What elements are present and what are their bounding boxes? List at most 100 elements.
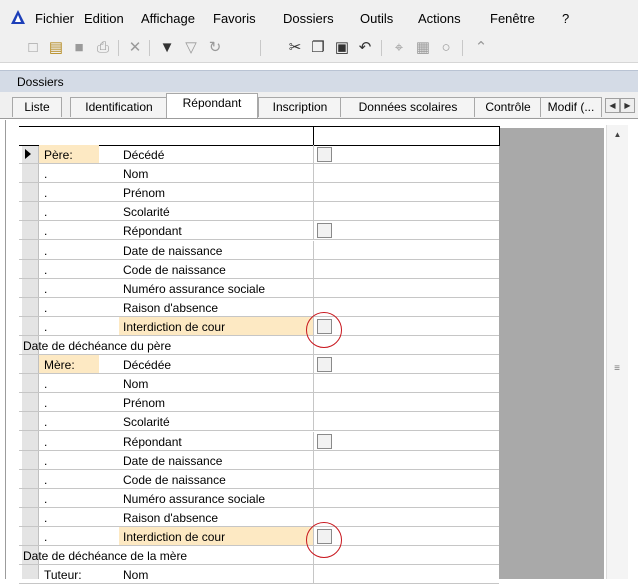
- delete-icon[interactable]: ✕: [126, 38, 144, 56]
- tab-scroll-right-icon[interactable]: ▶: [620, 98, 635, 113]
- menu-actions[interactable]: Actions: [418, 11, 461, 26]
- table-row[interactable]: . Date de naissance: [19, 451, 499, 470]
- row-value-cell[interactable]: [314, 374, 499, 393]
- row-label-cell[interactable]: Date de déchéance de la mère: [19, 546, 314, 565]
- checkbox[interactable]: [317, 147, 332, 162]
- tab-modif[interactable]: Modif (...: [540, 97, 602, 117]
- row-value-cell[interactable]: [314, 451, 499, 470]
- tab-repondant[interactable]: Répondant: [166, 93, 258, 118]
- table-row[interactable]: . Interdiction de cour: [19, 527, 499, 546]
- row-label-cell[interactable]: . Date de naissance: [19, 241, 314, 260]
- menu-fenetre[interactable]: Fenêtre: [490, 11, 535, 26]
- row-label-cell[interactable]: Mère: Décédée: [19, 355, 314, 374]
- table-row[interactable]: Date de déchéance du père: [19, 336, 499, 355]
- cut-icon[interactable]: ✂: [286, 38, 304, 56]
- scroll-grip-icon[interactable]: ≡: [610, 362, 624, 376]
- tab-inscription[interactable]: Inscription: [258, 97, 342, 117]
- row-label-cell[interactable]: . Prénom: [19, 183, 314, 202]
- menu-outils[interactable]: Outils: [360, 11, 393, 26]
- row-label-cell[interactable]: . Date de naissance: [19, 451, 314, 470]
- row-label-cell[interactable]: . Code de naissance: [19, 470, 314, 489]
- table-row[interactable]: . Nom: [19, 164, 499, 183]
- menu-favoris[interactable]: Favoris: [213, 11, 256, 26]
- table-row[interactable]: . Numéro assurance sociale: [19, 279, 499, 298]
- table-row[interactable]: . Prénom: [19, 183, 499, 202]
- up-arrow-icon[interactable]: ⌃: [472, 38, 490, 56]
- row-value-cell[interactable]: [314, 470, 499, 489]
- row-value-cell[interactable]: [314, 164, 499, 183]
- table-row[interactable]: . Scolarité: [19, 202, 499, 221]
- row-value-cell[interactable]: [314, 412, 499, 431]
- menu-fichier[interactable]: Fichier: [35, 11, 74, 26]
- row-value-cell[interactable]: [314, 221, 499, 240]
- paste-icon[interactable]: ▣: [333, 38, 351, 56]
- table-row[interactable]: . Code de naissance: [19, 470, 499, 489]
- scroll-up-icon[interactable]: ▲: [607, 127, 628, 143]
- row-value-cell[interactable]: [314, 355, 499, 374]
- row-label-cell[interactable]: Date de déchéance du père: [19, 336, 314, 355]
- row-label-cell[interactable]: . Scolarité: [19, 412, 314, 431]
- row-label-cell[interactable]: . Prénom: [19, 393, 314, 412]
- frame-icon[interactable]: ⌖: [390, 38, 408, 56]
- row-value-cell[interactable]: [314, 565, 499, 584]
- row-label-cell[interactable]: Père: Décédé: [19, 145, 314, 164]
- row-value-cell[interactable]: [314, 183, 499, 202]
- row-label-cell[interactable]: . Répondant: [19, 221, 314, 240]
- tab-donnees-scolaires[interactable]: Données scolaires: [340, 97, 476, 117]
- checkbox[interactable]: [317, 223, 332, 238]
- row-label-cell[interactable]: . Nom: [19, 164, 314, 183]
- row-value-cell[interactable]: [314, 241, 499, 260]
- tab-controle[interactable]: Contrôle: [474, 97, 542, 117]
- table-row[interactable]: . Répondant: [19, 221, 499, 240]
- checkbox[interactable]: [317, 357, 332, 372]
- row-value-cell[interactable]: [314, 260, 499, 279]
- row-label-cell[interactable]: . Numéro assurance sociale: [19, 279, 314, 298]
- row-label-cell[interactable]: . Répondant: [19, 432, 314, 451]
- table-row[interactable]: . Scolarité: [19, 412, 499, 431]
- open-folder-icon[interactable]: ▤: [47, 38, 65, 56]
- row-value-cell[interactable]: [314, 546, 499, 565]
- table-row[interactable]: . Prénom: [19, 393, 499, 412]
- table-row[interactable]: Date de déchéance de la mère: [19, 546, 499, 565]
- table-row[interactable]: Tuteur: Nom: [19, 565, 499, 584]
- row-value-cell[interactable]: [314, 508, 499, 527]
- filter-icon[interactable]: ▼: [158, 38, 176, 56]
- row-label-cell[interactable]: . Raison d'absence: [19, 508, 314, 527]
- print-icon[interactable]: ⎙: [94, 38, 112, 56]
- row-value-cell[interactable]: [314, 432, 499, 451]
- checkbox[interactable]: [317, 434, 332, 449]
- refresh-icon[interactable]: ↻: [206, 38, 224, 56]
- row-label-cell[interactable]: . Interdiction de cour: [19, 527, 314, 546]
- menu-help[interactable]: ?: [562, 11, 569, 26]
- table-row[interactable]: . Raison d'absence: [19, 508, 499, 527]
- tab-liste[interactable]: Liste: [12, 97, 62, 117]
- vertical-scrollbar[interactable]: ▲ ≡: [606, 125, 628, 579]
- new-icon[interactable]: □: [24, 38, 42, 56]
- row-label-cell[interactable]: . Raison d'absence: [19, 298, 314, 317]
- menu-edition[interactable]: Edition: [84, 11, 124, 26]
- table-row[interactable]: . Interdiction de cour: [19, 317, 499, 336]
- book-icon[interactable]: ▦: [414, 38, 432, 56]
- row-value-cell[interactable]: [314, 202, 499, 221]
- row-value-cell[interactable]: [314, 279, 499, 298]
- search-replace-icon[interactable]: ○: [437, 38, 455, 56]
- table-row[interactable]: . Date de naissance: [19, 241, 499, 260]
- row-value-cell[interactable]: [314, 336, 499, 355]
- save-icon[interactable]: ■: [70, 38, 88, 56]
- table-row[interactable]: . Code de naissance: [19, 260, 499, 279]
- tab-identification[interactable]: Identification: [70, 97, 168, 117]
- row-label-cell[interactable]: . Numéro assurance sociale: [19, 489, 314, 508]
- table-row[interactable]: . Numéro assurance sociale: [19, 489, 499, 508]
- table-row[interactable]: Mère: Décédée: [19, 355, 499, 374]
- menu-affichage[interactable]: Affichage: [141, 11, 195, 26]
- row-value-cell[interactable]: [314, 298, 499, 317]
- row-label-cell[interactable]: . Code de naissance: [19, 260, 314, 279]
- row-value-cell[interactable]: [314, 393, 499, 412]
- row-value-cell[interactable]: [314, 145, 499, 164]
- table-row[interactable]: . Raison d'absence: [19, 298, 499, 317]
- row-label-cell[interactable]: . Interdiction de cour: [19, 317, 314, 336]
- row-label-cell[interactable]: . Scolarité: [19, 202, 314, 221]
- row-label-cell[interactable]: . Nom: [19, 374, 314, 393]
- copy-icon[interactable]: ❐: [309, 38, 327, 56]
- table-row[interactable]: . Nom: [19, 374, 499, 393]
